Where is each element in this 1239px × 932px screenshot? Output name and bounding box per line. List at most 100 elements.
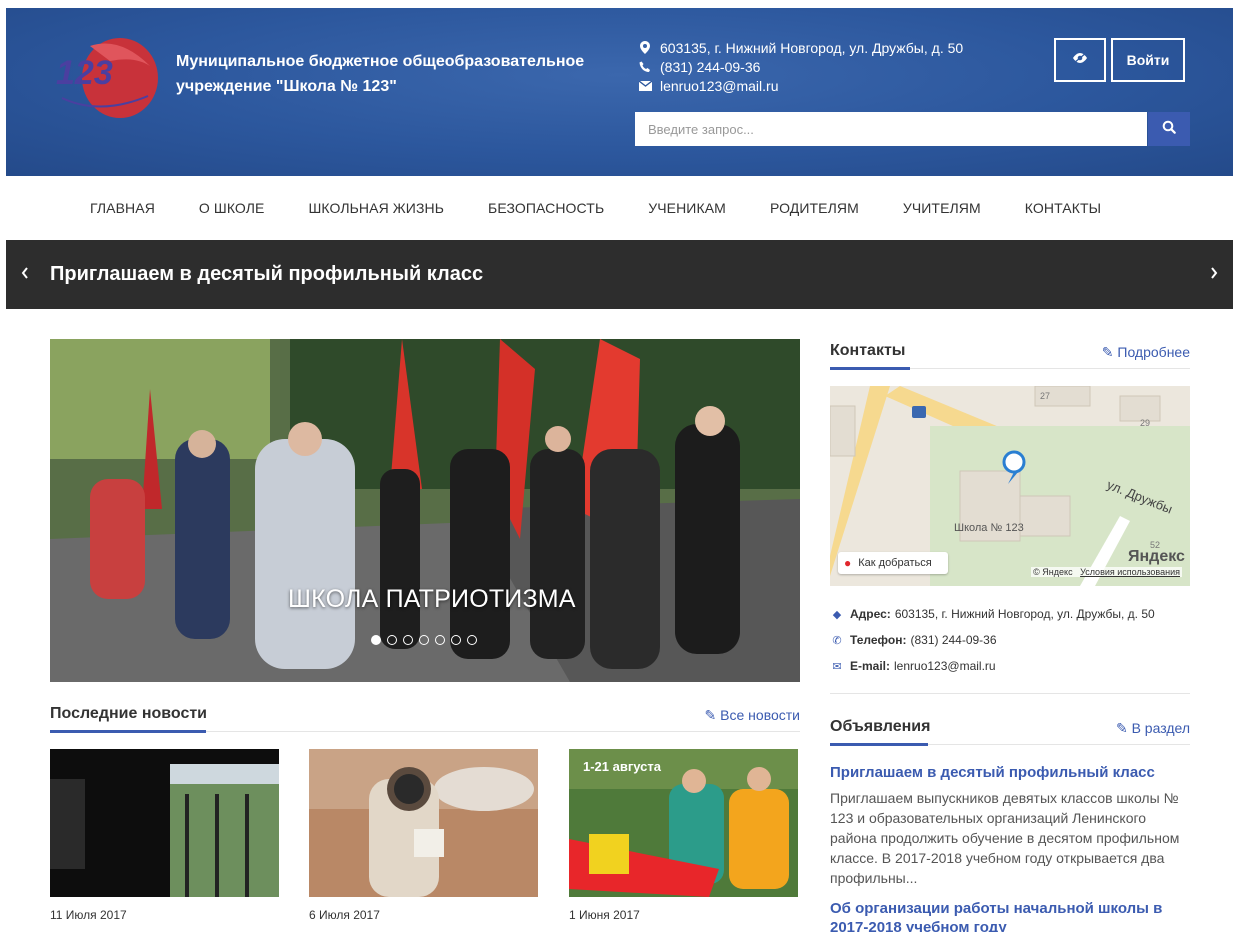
header-phone-row: (831) 244-09-36 <box>638 57 963 76</box>
news-thumbnail[interactable] <box>50 749 279 897</box>
header-address-row: 603135, г. Нижний Новгород, ул. Дружбы, … <box>638 38 963 57</box>
site-header: 123 Муниципальное бюджетное общеобразова… <box>6 8 1233 176</box>
main-nav: Главная О школе Школьная жизнь Безопасно… <box>6 176 1233 240</box>
chevron-right-icon <box>1211 267 1218 279</box>
announcements-section-link[interactable]: ✎ В раздел <box>1116 720 1190 737</box>
announcement-title[interactable]: Об организации работы начальной школы в … <box>830 899 1190 932</box>
slider-dot[interactable] <box>387 635 397 645</box>
contacts-more-label: Подробнее <box>1117 344 1190 360</box>
nav-item-about[interactable]: О школе <box>177 200 287 216</box>
contact-phone: ✆ Телефон: (831) 244-09-36 <box>830 633 996 647</box>
map-copyright: © Яндекс <box>1033 567 1073 577</box>
announcements-heading: Объявления <box>830 718 931 735</box>
news-heading: Последние новости <box>50 705 208 722</box>
heading-underline <box>830 367 910 370</box>
school-logo[interactable]: 123 <box>50 36 160 126</box>
login-button[interactable]: Войти <box>1111 38 1185 82</box>
slider-caption: ШКОЛА ПАТРИОТИЗМА <box>288 585 576 613</box>
page: 123 Муниципальное бюджетное общеобразова… <box>6 8 1233 932</box>
contacts-heading: Контакты <box>830 342 906 359</box>
heading-underline <box>50 730 206 733</box>
accessibility-button[interactable] <box>1054 38 1106 82</box>
map-brand: Яндекс <box>1128 548 1185 565</box>
all-news-label: Все новости <box>720 707 800 723</box>
slider-dot[interactable] <box>403 635 413 645</box>
ticker-next-button[interactable] <box>1209 264 1219 285</box>
map-marker-icon <box>638 41 652 54</box>
chevron-left-icon <box>21 267 28 279</box>
email-label: E-mail: <box>850 659 891 673</box>
header-email[interactable]: lenruo123@mail.ru <box>660 78 779 94</box>
contact-address: ◆ Адрес: 603135, г. Нижний Новгород, ул.… <box>830 607 1155 621</box>
slider-pagination <box>371 635 483 645</box>
phone-icon <box>638 61 652 73</box>
heading-underline <box>830 743 928 746</box>
news-section-header: Последние новости ✎ Все новости <box>50 702 800 733</box>
photo-slider[interactable]: ШКОЛА ПАТРИОТИЗМА <box>50 339 800 682</box>
header-address: 603135, г. Нижний Новгород, ул. Дружбы, … <box>660 39 964 56</box>
all-news-link[interactable]: ✎ Все новости <box>705 707 800 724</box>
route-button[interactable]: ● Как добраться <box>838 552 948 574</box>
phone-label: Телефон: <box>850 633 907 647</box>
news-thumbnail[interactable] <box>309 749 538 897</box>
map-house-number: 29 <box>1140 418 1150 428</box>
header-phone[interactable]: (831) 244-09-36 <box>660 59 760 75</box>
contacts-section-header: Контакты ✎ Подробнее <box>830 339 1190 370</box>
ticker-prev-button[interactable] <box>20 264 30 285</box>
address-value: 603135, г. Нижний Новгород, ул. Дружбы, … <box>894 607 1155 621</box>
nav-item-parents[interactable]: Родителям <box>748 200 881 216</box>
pencil-icon: ✎ <box>704 707 717 723</box>
nav-item-contacts[interactable]: Контакты <box>1003 200 1123 216</box>
ticker-title[interactable]: Приглашаем в десятый профильный класс <box>50 263 483 286</box>
route-button-label: Как добраться <box>858 557 932 569</box>
phone-icon: ✆ <box>832 634 842 647</box>
route-pin-icon: ● <box>844 556 852 570</box>
map-attribution: © Яндекс Условия использования <box>1031 567 1182 577</box>
email-value[interactable]: lenruo123@mail.ru <box>894 659 996 673</box>
contacts-more-link[interactable]: ✎ Подробнее <box>1102 344 1190 361</box>
slider-dot[interactable] <box>371 635 381 645</box>
news-date: 1 Июня 2017 <box>569 908 640 922</box>
news-card[interactable]: 11 Июля 2017 <box>50 749 279 928</box>
yandex-map[interactable]: ул. Дружбы 27 29 52 Школа № 123 Яндекс ●… <box>830 386 1190 586</box>
slider-dot[interactable] <box>451 635 461 645</box>
header-contacts: 603135, г. Нижний Новгород, ул. Дружбы, … <box>638 38 963 95</box>
envelope-icon <box>638 80 652 91</box>
map-school-label: Школа № 123 <box>954 522 1024 534</box>
slider-dot[interactable] <box>419 635 429 645</box>
search-button[interactable] <box>1148 112 1190 146</box>
news-thumbnail[interactable]: 1-21 августа <box>569 749 798 897</box>
search-input[interactable]: Введите запрос... <box>635 112 1147 146</box>
map-marker-icon: ◆ <box>832 608 842 621</box>
news-card[interactable]: 1-21 августа 1 Июня 2017 <box>569 749 798 928</box>
nav-item-students[interactable]: Ученикам <box>626 200 748 216</box>
news-card[interactable]: 6 Июля 2017 <box>309 749 538 928</box>
search-icon <box>1162 120 1176 139</box>
nav-item-home[interactable]: Главная <box>68 200 177 216</box>
map-terms-link[interactable]: Условия использования <box>1080 567 1180 577</box>
news-date: 6 Июля 2017 <box>309 908 380 922</box>
logo-number: 123 <box>56 54 113 92</box>
contact-email: ✉ E-mail: lenruo123@mail.ru <box>830 659 996 673</box>
slider-dot[interactable] <box>467 635 477 645</box>
announcement-text: Приглашаем выпускников девятых классов ш… <box>830 790 1180 886</box>
sidebar-divider <box>830 693 1190 694</box>
pencil-icon: ✎ <box>1101 344 1114 360</box>
nav-item-teachers[interactable]: Учителям <box>881 200 1003 216</box>
announcements-section-label: В раздел <box>1131 720 1190 736</box>
pencil-icon: ✎ <box>1115 720 1128 736</box>
address-label: Адрес: <box>850 607 891 621</box>
nav-item-safety[interactable]: Безопасность <box>466 200 626 216</box>
announcements-section-header: Объявления ✎ В раздел <box>830 715 1190 746</box>
announcement-title[interactable]: Приглашаем в десятый профильный класс <box>830 763 1190 782</box>
nav-item-school-life[interactable]: Школьная жизнь <box>287 200 467 216</box>
envelope-icon: ✉ <box>832 660 842 673</box>
eye-icon <box>1072 51 1088 69</box>
header-email-row: lenruo123@mail.ru <box>638 76 963 95</box>
news-date: 11 Июля 2017 <box>50 908 127 922</box>
map-house-number: 27 <box>1040 391 1050 401</box>
slider-photo <box>50 339 800 682</box>
news-ticker: Приглашаем в десятый профильный класс <box>6 240 1233 309</box>
phone-value[interactable]: (831) 244-09-36 <box>910 633 996 647</box>
slider-dot[interactable] <box>435 635 445 645</box>
